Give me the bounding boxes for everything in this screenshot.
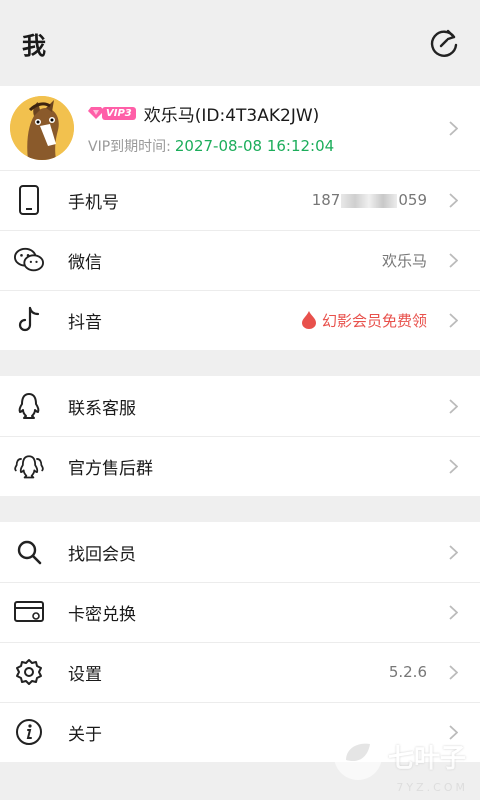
phone-value: 187 059	[311, 191, 427, 209]
redeem-code-row[interactable]: 卡密兑换	[0, 582, 480, 642]
search-icon	[14, 537, 44, 567]
contact-service-label: 联系客服	[68, 398, 136, 419]
chevron-right-icon	[449, 252, 458, 268]
avatar	[10, 96, 74, 160]
chevron-right-icon	[449, 398, 458, 414]
chevron-right-icon	[449, 604, 458, 620]
leaf-logo-icon	[333, 732, 382, 780]
flame-icon	[301, 311, 316, 329]
douyin-promo: 幻影会员免费领	[301, 310, 427, 331]
chevron-right-icon	[449, 664, 458, 680]
wechat-value: 欢乐马	[381, 251, 427, 270]
wechat-label: 微信	[68, 252, 102, 273]
support-section: 联系客服 官方售后群	[0, 376, 480, 496]
chevron-right-icon	[449, 120, 458, 136]
settings-row[interactable]: 设置 5.2.6	[0, 642, 480, 702]
douyin-row[interactable]: 抖音 幻影会员免费领	[0, 290, 480, 350]
douyin-label: 抖音	[68, 312, 102, 333]
contact-service-row[interactable]: 联系客服	[0, 376, 480, 436]
account-section: VIP3 欢乐马(ID:4T3AK2JW) VIP到期时间: 2027-08-08…	[0, 86, 480, 350]
phone-icon	[14, 185, 44, 215]
masked-digits	[341, 193, 398, 208]
watermark: 七叶子	[332, 730, 466, 782]
vip-expiry: VIP到期时间: 2027-08-08 16:12:04	[88, 136, 335, 155]
official-group-label: 官方售后群	[68, 458, 153, 479]
profile-row[interactable]: VIP3 欢乐马(ID:4T3AK2JW) VIP到期时间: 2027-08-08…	[0, 86, 480, 170]
misc-section: 找回会员 卡密兑换 设置 5.2.6 关于	[0, 522, 480, 762]
chevron-right-icon	[449, 458, 458, 474]
watermark-url: 7YZ.COM	[396, 781, 468, 794]
settings-label: 设置	[68, 664, 102, 685]
recover-vip-row[interactable]: 找回会员	[0, 522, 480, 582]
redeem-code-label: 卡密兑换	[68, 604, 136, 625]
wechat-icon	[14, 245, 44, 275]
tiktok-icon	[14, 305, 44, 335]
page-title: 我	[22, 31, 46, 60]
wechat-row[interactable]: 微信 欢乐马	[0, 230, 480, 290]
chevron-right-icon	[449, 544, 458, 560]
qq-icon	[14, 391, 44, 421]
chevron-right-icon	[449, 192, 458, 208]
user-name: 欢乐马(ID:4T3AK2JW)	[143, 105, 320, 126]
vip-badge: VIP3	[88, 106, 136, 120]
recover-vip-label: 找回会员	[68, 544, 136, 565]
top-bar: 我	[0, 0, 480, 86]
card-icon	[14, 597, 44, 627]
gear-icon	[14, 657, 44, 687]
info-icon	[14, 717, 44, 747]
vip-expiry-date: 2027-08-08 16:12:04	[174, 136, 335, 155]
refresh-icon[interactable]	[428, 27, 460, 59]
official-group-row[interactable]: 官方售后群	[0, 436, 480, 496]
qq-group-icon	[14, 451, 44, 481]
phone-label: 手机号	[68, 192, 119, 213]
app-version: 5.2.6	[388, 663, 427, 681]
phone-row[interactable]: 手机号 187 059	[0, 170, 480, 230]
chevron-right-icon	[449, 312, 458, 328]
